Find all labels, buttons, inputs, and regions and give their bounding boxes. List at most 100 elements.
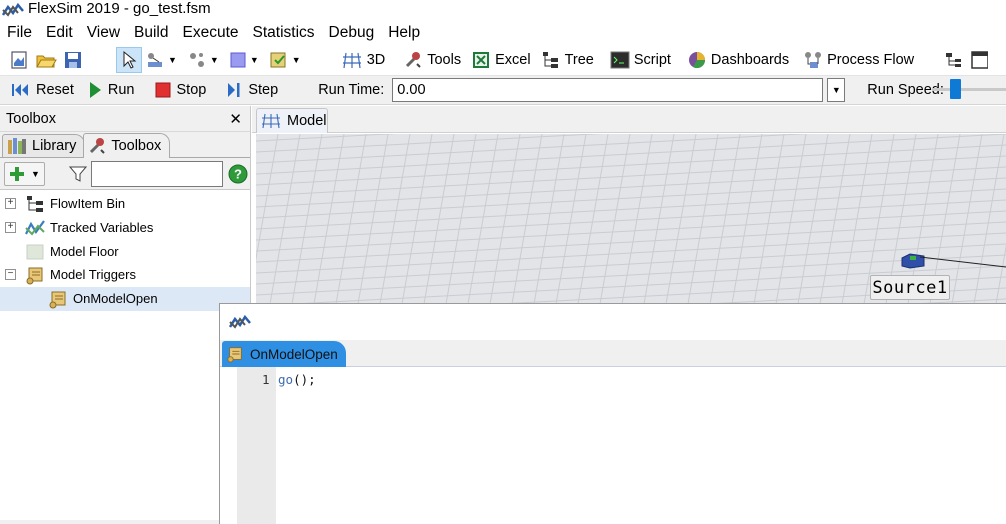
toolbar-window-button[interactable]: [967, 47, 991, 73]
create-mode-button[interactable]: ▼: [184, 47, 226, 73]
btn-tools[interactable]: Tools: [400, 47, 464, 73]
new-model-icon: [11, 50, 27, 69]
tree-icon: [542, 51, 558, 68]
library-icon: [8, 138, 26, 154]
chevron-down-icon: ▼: [831, 85, 841, 95]
run-speed-slider-thumb[interactable]: [950, 79, 961, 99]
scroll-icon: [49, 291, 66, 309]
tab-model[interactable]: Model: [256, 108, 328, 133]
menu-view[interactable]: View: [80, 21, 127, 45]
btn-excel[interactable]: Excel: [468, 47, 533, 73]
line-number-gutter: [237, 367, 276, 524]
btn-dashboards[interactable]: Dashboards: [684, 47, 792, 73]
tab-library-label: Library: [32, 138, 77, 154]
tab-toolbox-label: Toolbox: [111, 138, 162, 154]
tab-toolbox[interactable]: Toolbox: [83, 133, 171, 158]
chevron-down-icon[interactable]: ▼: [250, 55, 259, 65]
code-punctuation: ();: [293, 372, 316, 387]
stop-icon: [155, 82, 170, 98]
btn-tools-label: Tools: [427, 51, 462, 68]
tools-icon: [90, 138, 106, 154]
reset-button[interactable]: Reset: [6, 77, 78, 103]
tree-item-flowitem-bin[interactable]: + FlowItem Bin: [0, 192, 250, 216]
run-speed-slider-track[interactable]: [932, 88, 1006, 91]
chevron-down-icon: ▼: [31, 168, 40, 179]
btn-tree-label: Tree: [564, 51, 594, 68]
btn-dashboards-label: Dashboards: [710, 51, 790, 68]
3d-grid-icon: [262, 113, 280, 129]
model-floor-icon: [26, 244, 44, 260]
menu-edit[interactable]: Edit: [39, 21, 80, 45]
tab-library[interactable]: Library: [2, 134, 86, 157]
save-icon: [65, 51, 81, 68]
edit-selected-button[interactable]: ▼: [266, 47, 308, 73]
color-mode-button[interactable]: ▼: [226, 47, 266, 73]
flexsim-logo-icon: [229, 315, 251, 329]
run-control-bar: Reset Run Stop Step Run Time: 0.00 ▼ Run…: [0, 75, 1006, 105]
stop-button[interactable]: Stop: [151, 77, 211, 103]
close-icon[interactable]: ✕: [229, 110, 242, 128]
process-flow-icon: [805, 51, 822, 68]
chevron-down-icon[interactable]: ▼: [292, 55, 301, 65]
svg-text:?: ?: [234, 166, 242, 181]
filter-input[interactable]: [90, 160, 223, 187]
btn-3d-label: 3D: [366, 51, 386, 68]
window-icon: [971, 50, 989, 69]
tree-item-label: Tracked Variables: [50, 220, 154, 236]
panel-toolbar: ▼ ?: [0, 158, 250, 190]
btn-process-flow-label: Process Flow: [827, 51, 915, 68]
tools-icon: [406, 51, 421, 68]
3d-grid-icon: [342, 52, 361, 68]
help-icon[interactable]: ?: [228, 164, 248, 184]
panel-tabs: Library Toolbox: [0, 132, 250, 158]
add-tool-button[interactable]: ▼: [4, 161, 45, 186]
toolbar-overflow-button[interactable]: [941, 47, 967, 73]
btn-process-flow[interactable]: Process Flow: [800, 47, 917, 73]
editor-titlebar: [220, 304, 1006, 340]
tab-onmodelopen-label: OnModelOpen: [250, 346, 338, 362]
open-folder-icon: [36, 55, 57, 67]
toolbox-tree: + FlowItem Bin + Tracked Variables Model…: [0, 190, 250, 520]
connect-mode-button[interactable]: ▼: [142, 47, 184, 73]
btn-3d[interactable]: 3D: [338, 47, 389, 73]
reset-icon: [12, 84, 28, 96]
run-time-field[interactable]: 0.00: [392, 78, 824, 102]
tree-item-model-floor[interactable]: Model Floor: [0, 240, 250, 264]
run-time-dropdown[interactable]: ▼: [827, 78, 846, 102]
step-label: Step: [248, 82, 279, 98]
step-button[interactable]: Step: [222, 77, 282, 103]
code-line[interactable]: go();: [278, 372, 316, 387]
tree-item-model-triggers[interactable]: − Model Triggers: [0, 263, 250, 287]
tab-model-label: Model: [287, 113, 327, 129]
play-icon: [89, 82, 101, 98]
btn-script-label: Script: [633, 51, 671, 68]
menu-help[interactable]: Help: [381, 21, 427, 45]
chevron-down-icon[interactable]: ▼: [168, 55, 177, 65]
scroll-icon: [26, 267, 43, 285]
new-model-button[interactable]: [6, 47, 32, 73]
menu-execute[interactable]: Execute: [176, 21, 246, 45]
expand-icon[interactable]: +: [5, 198, 16, 210]
tab-onmodelopen[interactable]: OnModelOpen: [222, 341, 346, 367]
tracked-variables-icon: [25, 220, 45, 236]
open-button[interactable]: [32, 47, 60, 73]
menu-debug[interactable]: Debug: [322, 21, 382, 45]
tree-item-tracked-variables[interactable]: + Tracked Variables: [0, 216, 250, 240]
select-mode-button[interactable]: [116, 46, 142, 73]
run-time-label: Run Time:: [318, 82, 385, 98]
tree-item-onmodelopen[interactable]: OnModelOpen: [0, 287, 250, 311]
btn-script[interactable]: Script: [607, 47, 674, 73]
menu-build[interactable]: Build: [127, 21, 175, 45]
collapse-icon[interactable]: −: [5, 269, 16, 281]
save-button[interactable]: [60, 47, 86, 73]
source-object-label: Source1: [870, 275, 950, 300]
run-button[interactable]: Run: [84, 77, 139, 103]
chevron-down-icon[interactable]: ▼: [210, 55, 219, 65]
model-tabbar: Model: [252, 106, 1006, 133]
menu-file[interactable]: File: [0, 21, 39, 45]
expand-icon[interactable]: +: [5, 222, 16, 234]
tree-item-label: OnModelOpen: [73, 291, 158, 307]
menu-statistics[interactable]: Statistics: [246, 21, 322, 45]
btn-tree[interactable]: Tree: [538, 47, 597, 73]
code-area[interactable]: 1 go();: [220, 367, 1006, 524]
